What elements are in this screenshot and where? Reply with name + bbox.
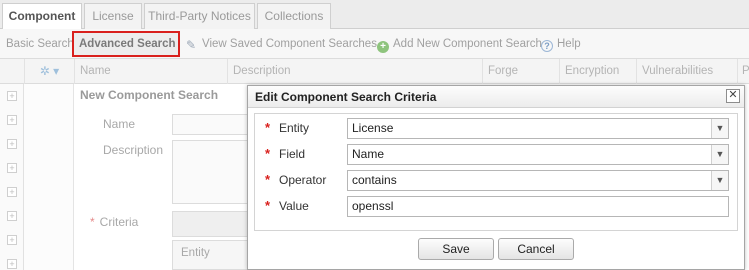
- add-new-label: Add New Component Search: [393, 38, 542, 50]
- column-encryption[interactable]: Encryption: [559, 59, 636, 84]
- description-field[interactable]: [172, 140, 252, 204]
- field-label: Field: [279, 147, 306, 161]
- criteria-label: * Criteria: [90, 215, 138, 229]
- entity-row: * Entity License ▼: [255, 118, 739, 140]
- required-marker: *: [265, 120, 271, 135]
- new-component-search-title: New Component Search: [80, 88, 219, 102]
- tab-component[interactable]: Component: [2, 3, 82, 30]
- tab-third-party-notices[interactable]: Third-Party Notices: [144, 3, 255, 29]
- basic-search-button[interactable]: Basic Search: [6, 29, 74, 59]
- chevron-down-icon[interactable]: ▼: [711, 119, 728, 138]
- view-saved-searches-button[interactable]: ✎ View Saved Component Searches: [186, 29, 377, 59]
- value-text: openssl: [352, 199, 394, 213]
- column-settings-icon: ✲ ▾: [39, 64, 60, 78]
- column-p[interactable]: P: [737, 59, 749, 84]
- operator-label: Operator: [279, 173, 327, 187]
- operator-row: * Operator contains ▼: [255, 170, 739, 192]
- expand-row-icon[interactable]: +: [7, 91, 17, 101]
- grid-header: ✲ ▾ Name Description Forge Encryption Vu…: [0, 59, 749, 84]
- column-chooser-header[interactable]: ✲ ▾: [24, 59, 74, 84]
- close-icon[interactable]: ✕: [726, 89, 740, 103]
- row-expander-column-header: [0, 59, 24, 84]
- cancel-button[interactable]: Cancel: [498, 238, 574, 260]
- dialog-header: Edit Component Search Criteria ✕: [248, 86, 744, 108]
- column-name[interactable]: Name: [74, 59, 227, 84]
- field-row: * Field Name ▼: [255, 144, 739, 166]
- edit-criteria-dialog: Edit Component Search Criteria ✕ * Entit…: [247, 85, 745, 270]
- expand-row-icon[interactable]: +: [7, 115, 17, 125]
- dialog-title: Edit Component Search Criteria: [255, 90, 437, 104]
- operator-select[interactable]: contains ▼: [347, 170, 729, 191]
- help-label: Help: [557, 38, 581, 50]
- add-new-search-button[interactable]: + Add New Component Search: [377, 29, 542, 59]
- column-description[interactable]: Description: [227, 59, 482, 84]
- save-button[interactable]: Save: [418, 238, 494, 260]
- description-label: Description: [103, 143, 164, 157]
- field-value: Name: [352, 147, 385, 161]
- entity-label: Entity: [279, 121, 310, 135]
- value-row: * Value openssl: [255, 196, 739, 218]
- required-marker: *: [265, 198, 271, 213]
- name-label: Name: [103, 117, 136, 131]
- column-forge[interactable]: Forge: [482, 59, 559, 84]
- help-button[interactable]: ? Help: [541, 29, 581, 59]
- expand-row-icon[interactable]: +: [7, 187, 17, 197]
- expand-row-icon[interactable]: +: [7, 235, 17, 245]
- tab-collections[interactable]: Collections: [257, 3, 331, 29]
- criteria-entity-column: Entity: [181, 247, 210, 259]
- advanced-search-button[interactable]: Advanced Search: [72, 31, 180, 57]
- criteria-label-text: Criteria: [99, 215, 139, 229]
- entity-value: License: [352, 121, 394, 135]
- tab-license[interactable]: License: [84, 3, 142, 29]
- column-vulnerabilities[interactable]: Vulnerabilities: [636, 59, 737, 84]
- expand-row-icon[interactable]: +: [7, 259, 17, 269]
- field-select[interactable]: Name ▼: [347, 144, 729, 165]
- tab-bar: Component License Third-Party Notices Co…: [0, 0, 749, 30]
- expand-row-icon[interactable]: +: [7, 211, 17, 221]
- value-input[interactable]: openssl: [347, 196, 729, 217]
- row-expander-column: + + + + + + + +: [0, 84, 24, 270]
- view-saved-label: View Saved Component Searches: [202, 38, 377, 50]
- criteria-grid: Entity: [172, 240, 252, 270]
- chevron-down-icon[interactable]: ▼: [711, 145, 728, 164]
- add-icon: +: [377, 41, 389, 53]
- required-marker: *: [265, 172, 271, 187]
- selection-column: [24, 84, 74, 270]
- value-label: Value: [279, 199, 309, 213]
- search-toolbar: Basic Search Advanced Search ✎ View Saved…: [0, 29, 749, 59]
- expand-row-icon[interactable]: +: [7, 139, 17, 149]
- required-marker: *: [265, 146, 271, 161]
- expand-row-icon[interactable]: +: [7, 163, 17, 173]
- name-field[interactable]: [172, 114, 252, 135]
- help-icon: ?: [541, 40, 553, 52]
- operator-value: contains: [352, 173, 397, 187]
- criteria-toolbar: [172, 211, 252, 237]
- entity-select[interactable]: License ▼: [347, 118, 729, 139]
- criteria-form: * Entity License ▼ * Field Name ▼ * Oper…: [254, 113, 738, 231]
- chevron-down-icon[interactable]: ▼: [711, 171, 728, 190]
- edit-icon: ✎: [186, 38, 197, 52]
- required-marker: *: [90, 215, 95, 229]
